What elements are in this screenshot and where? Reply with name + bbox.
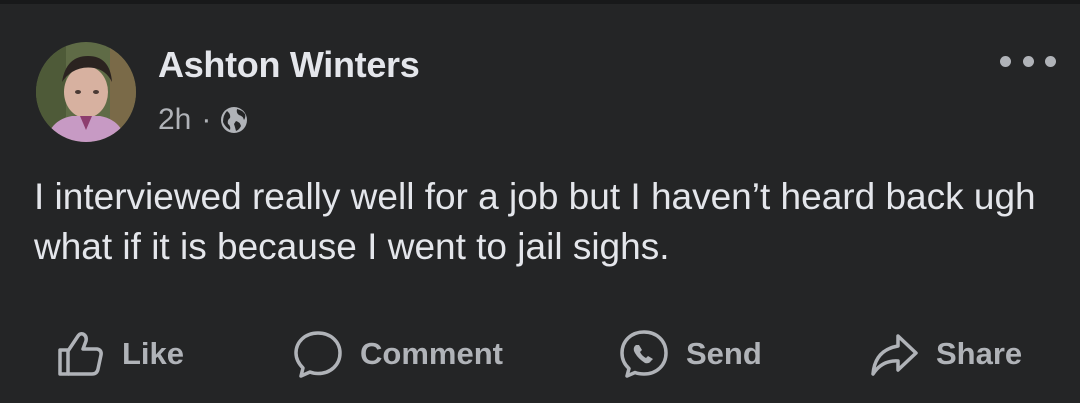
send-label: Send [686,336,762,371]
more-dot [1000,55,1011,67]
more-dot [1022,55,1034,67]
thumbs-up-icon [58,332,103,376]
send-button[interactable]: Send [618,322,762,386]
post-text: I interviewed really well for a job but … [34,176,1036,267]
post-meta: 2h · [158,100,249,140]
post-time[interactable]: 2h [158,103,191,137]
avatar[interactable] [36,42,136,142]
comment-button[interactable]: Comment [292,322,503,386]
more-options-icon[interactable] [1000,46,1056,76]
messenger-icon [620,330,668,378]
share-label: Share [936,336,1023,371]
comment-label: Comment [360,336,503,371]
avatar-image [36,42,136,142]
share-button[interactable]: Share [868,322,1022,386]
like-label: Like [122,336,185,371]
more-dot [1045,55,1056,67]
author-name[interactable]: Ashton Winters [158,44,420,86]
post-card: Ashton Winters 2h · I interviewed really… [0,0,1080,403]
post-actions: Like Comment Send Share [0,322,1080,386]
meta-separator: · [201,103,212,136]
comment-bubble-icon [294,331,342,378]
like-button[interactable]: Like [54,322,184,386]
share-arrow-icon [871,334,918,376]
globe-icon[interactable] [219,105,249,135]
